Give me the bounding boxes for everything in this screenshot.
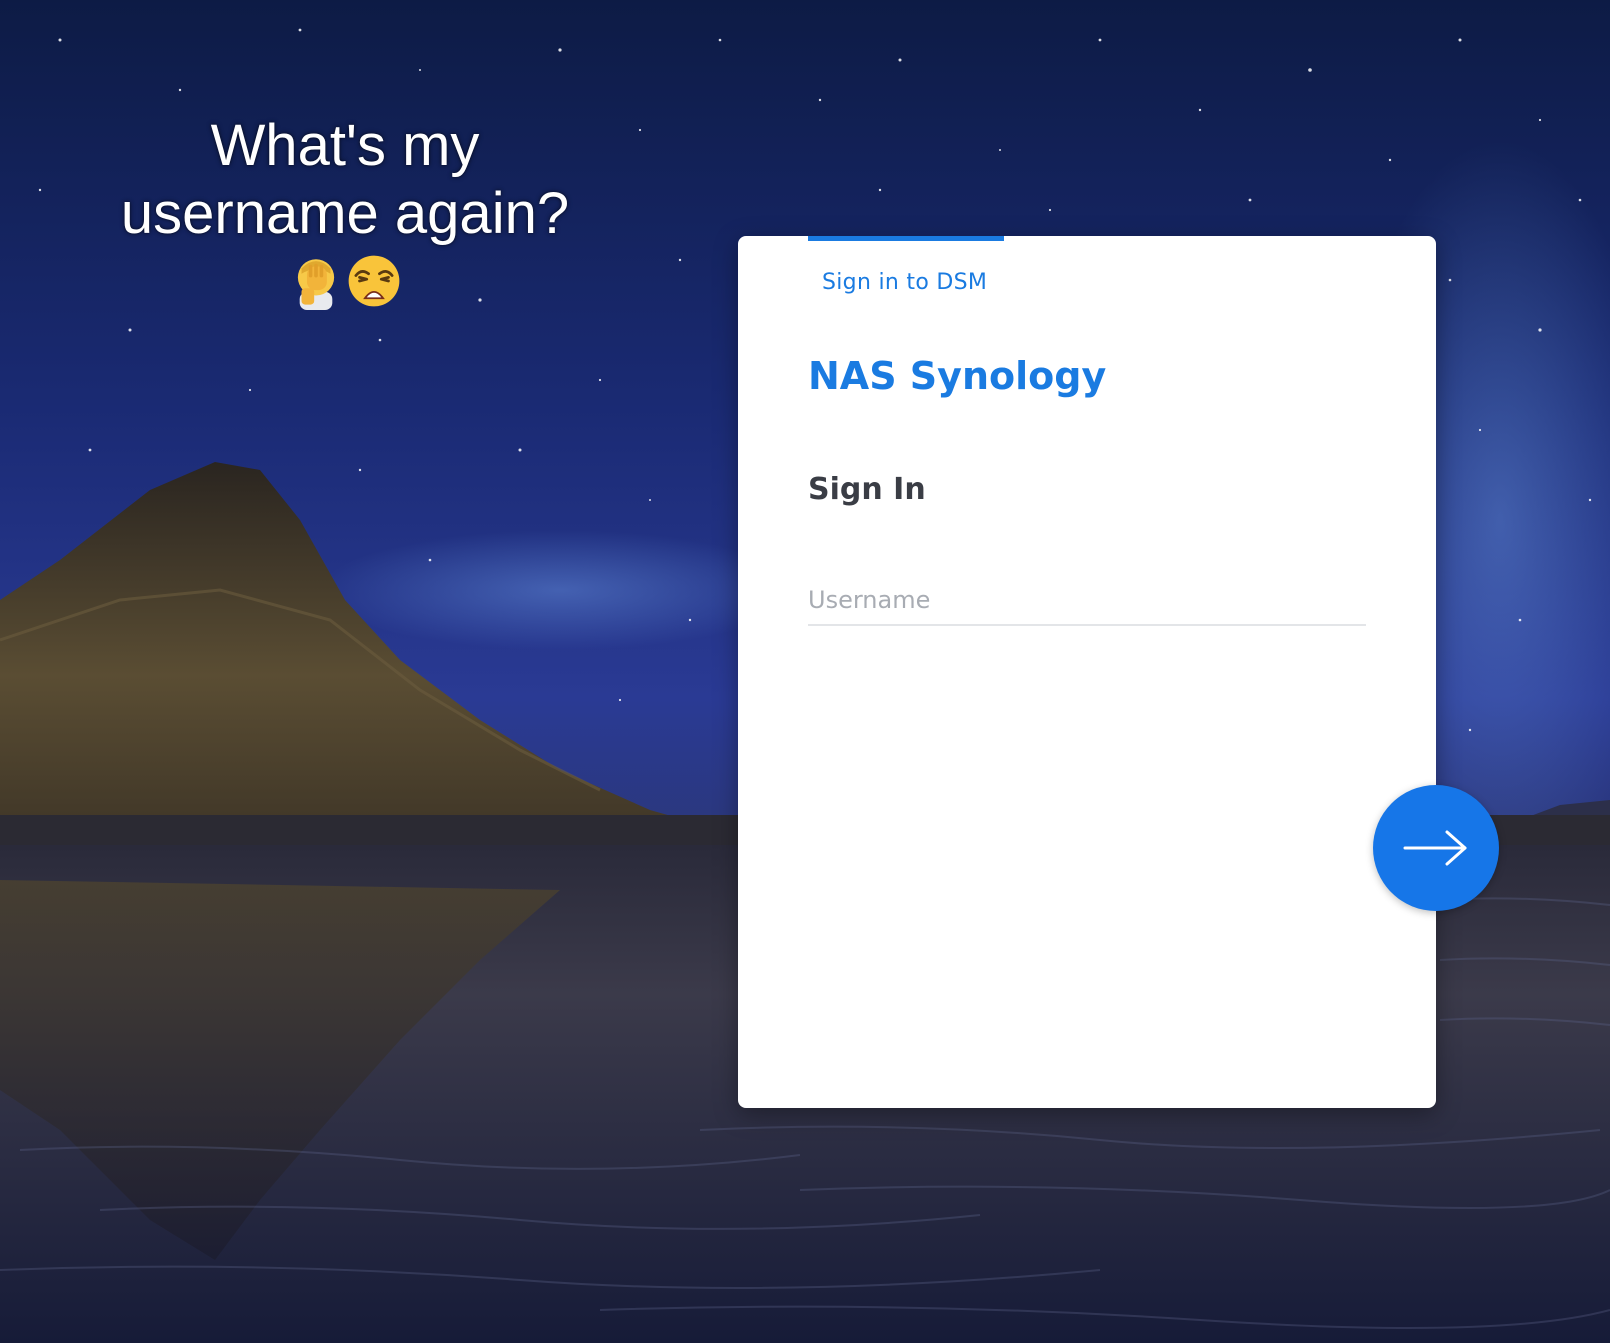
username-input[interactable] xyxy=(808,576,1366,626)
facepalm-emoji-icon xyxy=(297,259,335,310)
active-tab-indicator xyxy=(808,236,1004,241)
tab-sign-in-to-dsm[interactable]: Sign in to DSM xyxy=(822,270,987,295)
meme-caption: What's my username again? xyxy=(80,112,610,320)
meme-caption-line-2: username again? xyxy=(120,181,570,246)
meme-caption-line-1: What's my xyxy=(210,113,480,178)
emoji-row xyxy=(80,252,610,320)
arrow-right-icon xyxy=(1403,830,1467,866)
server-name: NAS Synology xyxy=(808,354,1107,398)
login-card: Sign in to DSM NAS Synology Sign In xyxy=(738,236,1436,1108)
login-screen: What's my username again? Sign in to DSM… xyxy=(0,0,1610,1343)
next-button[interactable] xyxy=(1373,785,1499,911)
sign-in-heading: Sign In xyxy=(808,472,926,507)
weary-face-emoji-icon xyxy=(348,255,400,307)
